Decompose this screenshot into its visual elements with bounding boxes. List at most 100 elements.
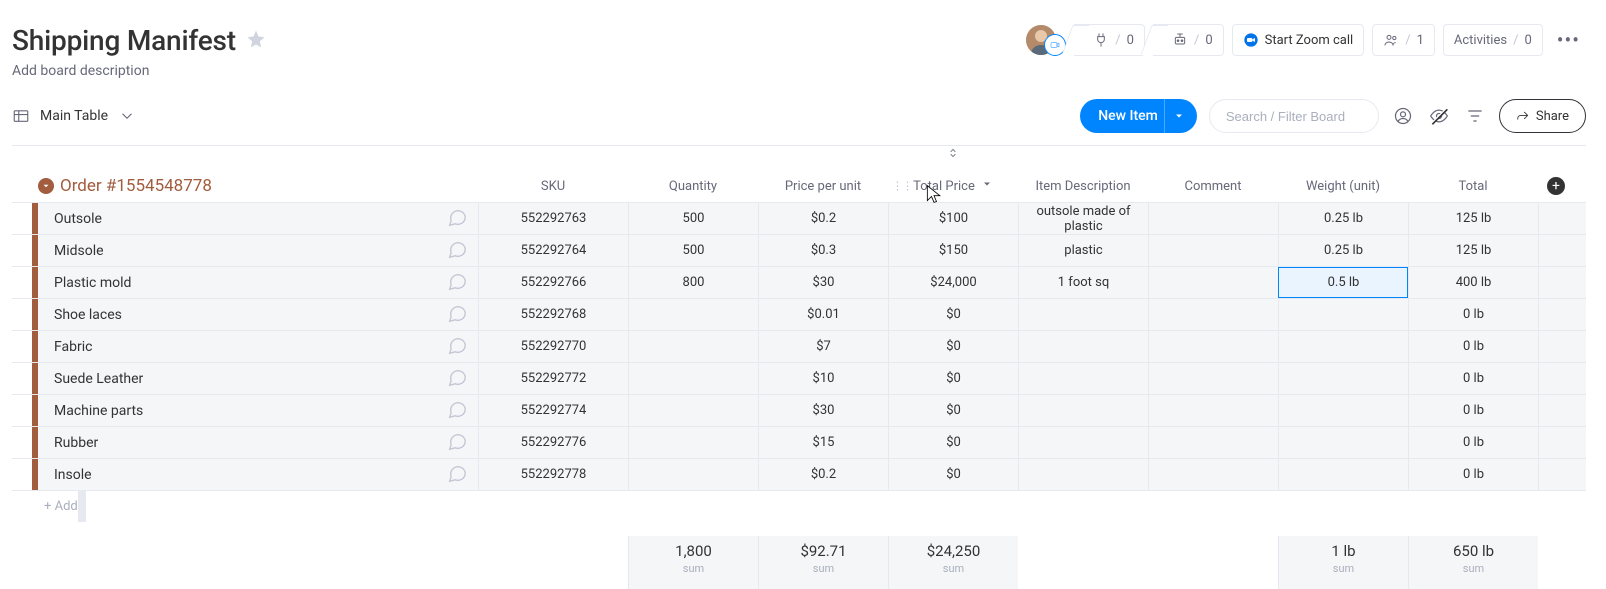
item-name[interactable]: Midsole [54,243,104,259]
hide-columns-button[interactable] [1427,104,1451,128]
cell[interactable] [1148,331,1278,362]
table-row[interactable]: Plastic mold552292766800$30$24,0001 foot… [12,266,1586,298]
item-name[interactable]: Plastic mold [54,275,131,291]
chat-icon[interactable] [446,206,468,232]
cell[interactable]: 0.25 lb [1278,235,1408,266]
chat-icon[interactable] [446,334,468,360]
cell[interactable] [628,299,758,330]
cell[interactable] [1018,427,1148,458]
cell[interactable] [628,427,758,458]
column-menu-icon[interactable] [981,178,993,194]
cell[interactable] [628,395,758,426]
cell[interactable]: 552292770 [478,331,628,362]
column-header-price-per-unit[interactable]: Price per unit [758,171,888,202]
cell[interactable] [1278,299,1408,330]
cell[interactable]: $0.01 [758,299,888,330]
cell[interactable]: 500 [628,203,758,234]
chat-icon[interactable] [446,302,468,328]
column-sort-icon[interactable] [946,146,960,164]
person-filter-button[interactable] [1391,104,1415,128]
cell[interactable]: $10 [758,363,888,394]
cell[interactable]: 0 lb [1408,427,1538,458]
cell[interactable]: 125 lb [1408,203,1538,234]
cell[interactable]: $0.2 [758,459,888,490]
cell[interactable]: 0.5 lb [1278,267,1408,298]
cell[interactable]: 125 lb [1408,235,1538,266]
cell[interactable] [1018,395,1148,426]
cell[interactable]: 0 lb [1408,299,1538,330]
board-menu-button[interactable]: ••• [1551,28,1586,52]
cell[interactable]: 0 lb [1408,363,1538,394]
cell[interactable]: $0 [888,363,1018,394]
integrations-chip[interactable]: /0 [1074,24,1145,56]
cell[interactable]: 552292772 [478,363,628,394]
cell[interactable] [1278,459,1408,490]
chat-icon[interactable] [446,462,468,488]
group-collapse-icon[interactable] [38,178,54,194]
cell[interactable]: $0.3 [758,235,888,266]
column-header-item-description[interactable]: Item Description [1018,171,1148,202]
chat-icon[interactable] [446,270,468,296]
cell[interactable] [1278,395,1408,426]
cell[interactable] [1278,331,1408,362]
drag-handle-icon[interactable]: ⋮⋮ [892,180,912,193]
cell[interactable]: $15 [758,427,888,458]
members-chip[interactable]: /1 [1372,24,1435,56]
cell[interactable] [1148,395,1278,426]
cell[interactable]: 552292764 [478,235,628,266]
view-switcher[interactable]: Main Table [12,107,136,125]
board-title[interactable]: Shipping Manifest [12,24,236,57]
cell[interactable] [1278,363,1408,394]
table-row[interactable]: Suede Leather 552292772 $10$0 0 lb [12,362,1586,394]
board-description[interactable]: Add board description [12,63,266,79]
item-name[interactable]: Rubber [54,435,98,451]
cell[interactable]: $150 [888,235,1018,266]
table-row[interactable]: Outsole552292763500$0.2$100outsole made … [12,202,1586,234]
item-name[interactable]: Suede Leather [54,371,143,387]
cell[interactable] [1148,299,1278,330]
cell[interactable] [1018,299,1148,330]
new-item-button[interactable]: New Item [1080,99,1197,133]
chat-icon[interactable] [446,238,468,264]
zoom-call-button[interactable]: Start Zoom call [1232,24,1365,56]
item-name[interactable]: Outsole [54,211,102,227]
cell[interactable]: $100 [888,203,1018,234]
cell[interactable] [1018,363,1148,394]
column-header-sku[interactable]: SKU [478,171,628,202]
cell[interactable] [1148,363,1278,394]
group-title[interactable]: Order #1554548778 [60,176,212,196]
chat-icon[interactable] [446,398,468,424]
cell[interactable]: $0 [888,459,1018,490]
cell[interactable]: $30 [758,395,888,426]
column-header-weight[interactable]: Weight (unit) [1278,171,1408,202]
cell[interactable] [628,331,758,362]
column-header-comment[interactable]: Comment [1148,171,1278,202]
cell[interactable] [1148,267,1278,298]
cell[interactable] [1018,331,1148,362]
cell[interactable] [1148,235,1278,266]
cell[interactable] [628,459,758,490]
cell[interactable]: 800 [628,267,758,298]
cell[interactable] [1148,459,1278,490]
search-input-wrap[interactable] [1209,99,1379,133]
cell[interactable]: outsole made of plastic [1018,203,1148,234]
cell[interactable]: 400 lb [1408,267,1538,298]
item-name[interactable]: Shoe laces [54,307,122,323]
filter-button[interactable] [1463,104,1487,128]
share-button[interactable]: Share [1499,99,1586,133]
table-row[interactable]: Machine parts552292774$30$00 lb [12,394,1586,426]
cell[interactable]: $7 [758,331,888,362]
cell[interactable] [1148,427,1278,458]
cell[interactable]: 552292763 [478,203,628,234]
cell[interactable]: 500 [628,235,758,266]
table-row[interactable]: Insole552292778$0.2$00 lb [12,458,1586,490]
column-header-quantity[interactable]: Quantity [628,171,758,202]
add-item-row[interactable]: + Add [12,490,1586,522]
item-name[interactable]: Insole [54,467,92,483]
cell[interactable] [1278,427,1408,458]
favorite-star-icon[interactable] [246,29,266,53]
cell[interactable]: $0 [888,299,1018,330]
chat-icon[interactable] [446,366,468,392]
cell[interactable]: 552292774 [478,395,628,426]
table-row[interactable]: Midsole552292764500$0.3$150plastic0.25 l… [12,234,1586,266]
